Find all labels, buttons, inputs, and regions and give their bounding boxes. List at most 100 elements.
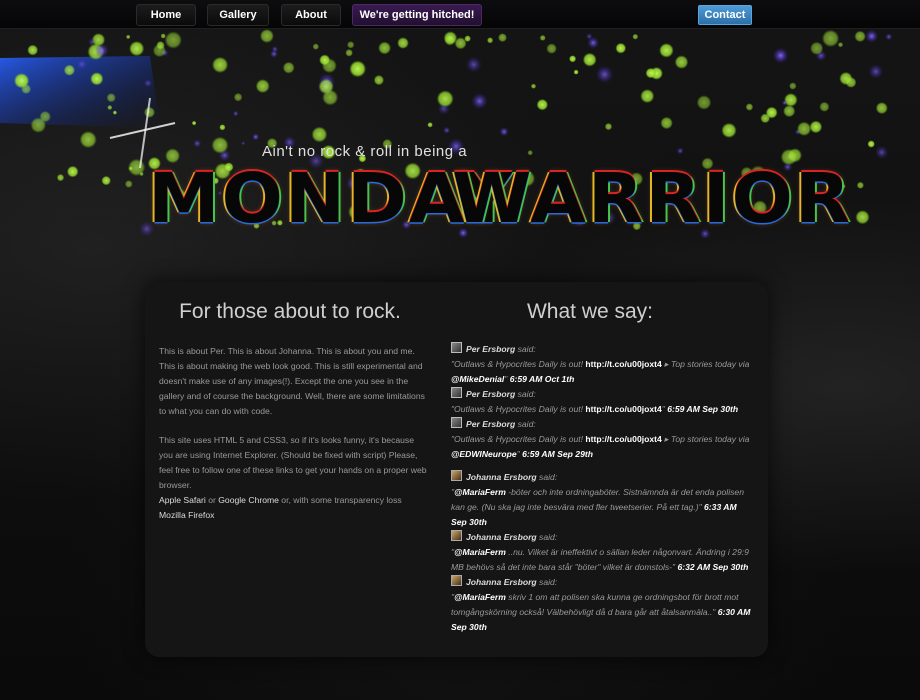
confetti-dot [255, 79, 270, 94]
confetti-dot [349, 60, 367, 78]
confetti-dot [632, 33, 639, 40]
tweet-mention[interactable]: @EDWINeurope [451, 449, 517, 459]
tweet-item: Johanna Ersborg said: "@MariaFerm ..nu. … [451, 530, 751, 575]
confetti-dot [487, 37, 494, 44]
confetti-dot [397, 37, 409, 49]
confetti-dot [659, 43, 674, 58]
confetti-dot [143, 78, 153, 88]
confetti-dot [311, 126, 328, 143]
confetti-dot [66, 165, 79, 178]
confetti-dot [312, 43, 319, 50]
confetti-dot [443, 126, 451, 134]
said-label: said: [536, 472, 558, 482]
nav-gallery-button[interactable]: Gallery [207, 4, 269, 26]
confetti-dot [875, 102, 888, 115]
confetti-dot [106, 93, 116, 103]
confetti-dot [471, 92, 488, 110]
tweet-text: "Outlaws & Hypocrites Daily is out! [451, 404, 586, 414]
logo-warrior: WARRIOR [451, 157, 853, 239]
confetti-dot [810, 41, 824, 55]
confetti-dot [765, 106, 778, 119]
avatar-icon [451, 342, 462, 353]
confetti-dot [160, 33, 166, 39]
tweet-author[interactable]: Per Ersborg [466, 389, 515, 399]
confetti-dot [569, 55, 577, 63]
tweet-link[interactable]: http://t.co/u00joxt4 [585, 404, 661, 414]
tweet-time[interactable]: 6:59 AM Oct 1th [510, 374, 575, 384]
confetti-dot [79, 130, 97, 149]
confetti-dot [865, 29, 879, 43]
confetti-dot [90, 72, 104, 86]
nav-getting-hitched-button[interactable]: We're getting hitched! [352, 4, 482, 26]
mozilla-firefox-link[interactable]: Mozilla Firefox [159, 510, 214, 520]
confetti-dot [573, 69, 579, 75]
confetti-dot [854, 30, 866, 43]
confetti-dot [436, 90, 454, 108]
confetti-dot [152, 43, 167, 58]
tweet-item: Per Ersborg said: "Outlaws & Hypocrites … [451, 417, 751, 462]
confetti-dot [465, 56, 482, 73]
tweet-author[interactable]: Per Ersborg [466, 419, 515, 429]
tweet-author[interactable]: Johanna Ersborg [466, 577, 537, 587]
confetti-dot [378, 41, 392, 55]
confetti-dot [604, 122, 613, 131]
confetti-dot [674, 55, 689, 69]
confetti-dot [539, 34, 546, 41]
said-label: said: [515, 419, 536, 429]
confetti-dot [345, 49, 353, 57]
confetti-dot [233, 92, 243, 102]
tweet-mention[interactable]: @MariaFerm [454, 592, 506, 602]
tweet-mention[interactable]: @MariaFerm [454, 487, 506, 497]
tweet-time[interactable]: 6:59 AM Sep 29th [522, 449, 593, 459]
confetti-dot [56, 173, 65, 182]
tweet-item: Per Ersborg said: "Outlaws & Hypocrites … [451, 387, 751, 417]
google-chrome-link[interactable]: Google Chrome [218, 495, 279, 505]
tweet-link[interactable]: http://t.co/u00joxt4 [585, 359, 661, 369]
confetti-dot [347, 41, 355, 49]
confetti-dot [536, 98, 549, 111]
confetti-dot [107, 105, 113, 110]
nav-about-button[interactable]: About [281, 4, 341, 26]
avatar-icon [451, 470, 462, 481]
confetti-dot [269, 49, 279, 58]
nav-home-button[interactable]: Home [136, 4, 196, 26]
confetti-dot [868, 64, 884, 79]
confetti-dot [13, 72, 30, 89]
tweet-author[interactable]: Per Ersborg [466, 344, 515, 354]
said-label: said: [536, 577, 558, 587]
tweet-item: Johanna Ersborg said: "@MariaFerm skriv … [451, 575, 751, 635]
confetti-dot [443, 31, 458, 45]
tweet-mention[interactable]: @MikeDenial [451, 374, 504, 384]
tweet-time[interactable]: 6:32 AM Sep 30th [677, 562, 748, 572]
confetti-dot [645, 67, 657, 79]
tweet-time[interactable]: 6:59 AM Sep 30th [667, 404, 738, 414]
confetti-dot [546, 43, 557, 54]
tweet-text: ▸ Top stories today via [661, 359, 750, 369]
tweet-author[interactable]: Johanna Ersborg [466, 472, 537, 482]
confetti-dot [112, 110, 117, 115]
tweet-list: Per Ersborg said: "Outlaws & Hypocrites … [451, 342, 751, 635]
confetti-dot [660, 116, 673, 130]
contact-button[interactable]: Contact [698, 5, 752, 25]
tweet-mention[interactable]: @MariaFerm [454, 547, 506, 557]
tweet-item: Per Ersborg said: "Outlaws & Hypocrites … [451, 342, 751, 387]
about-paragraph-1: This is about Per. This is about Johanna… [159, 346, 425, 416]
confetti-dot [427, 122, 433, 128]
confetti-dot [126, 34, 131, 40]
tweet-link[interactable]: http://t.co/u00joxt4 [585, 434, 661, 444]
about-title: For those about to rock. [179, 300, 401, 323]
confetti-dot [241, 141, 246, 146]
transparency-note: or, with some transparency loss [278, 495, 402, 505]
confetti-dot [640, 89, 655, 104]
confetti-dot [232, 110, 239, 117]
confetti-dot [721, 122, 737, 139]
tweet-author[interactable]: Johanna Ersborg [466, 532, 537, 542]
confetti-dot [819, 101, 830, 112]
said-label: said: [515, 389, 536, 399]
avatar-icon [451, 575, 462, 586]
confetti-dot [809, 120, 823, 134]
tweet-item: Johanna Ersborg said: "@MariaFerm -böter… [451, 470, 751, 530]
confetti-dot [855, 210, 870, 225]
apple-safari-link[interactable]: Apple Safari [159, 495, 206, 505]
hero-banner: Ain't no rock & roll in being a MONDAY W… [0, 28, 920, 290]
